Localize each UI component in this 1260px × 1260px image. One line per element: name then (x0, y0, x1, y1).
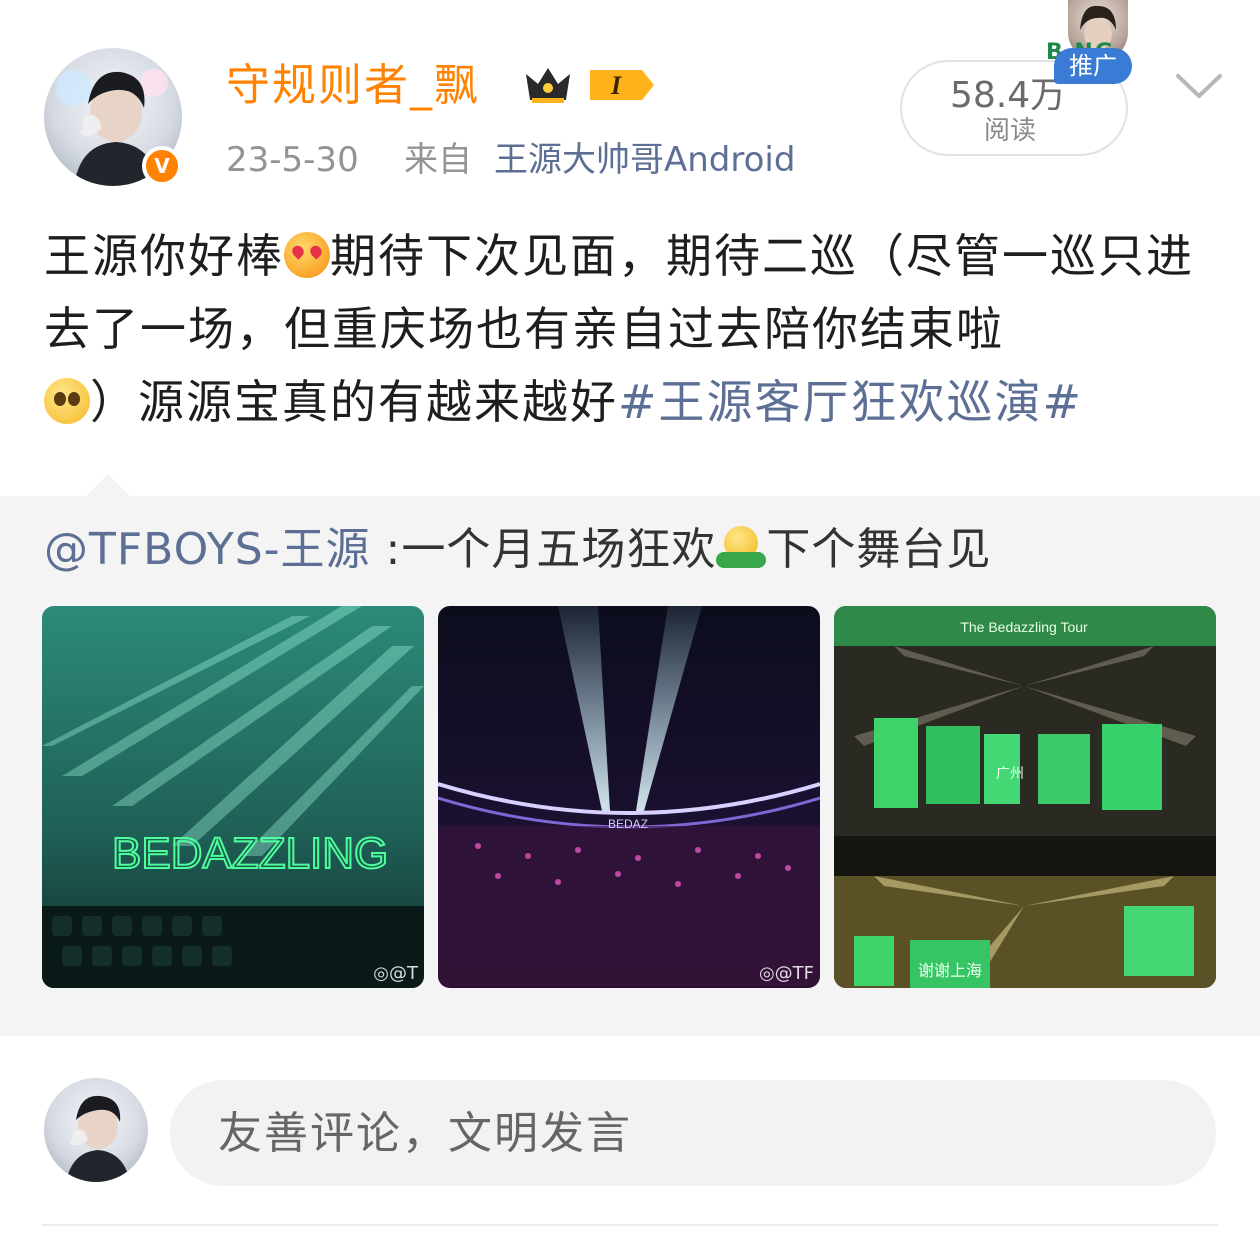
source-device-link[interactable]: 王源大帅哥Android (494, 138, 795, 182)
chevron-down-icon[interactable] (1172, 66, 1226, 106)
vip-crown-icon: I (526, 68, 654, 103)
comment-input[interactable] (170, 1080, 1216, 1186)
photo-3-screen-text-1: 广州 (996, 765, 1024, 781)
love-face-emoji-icon (284, 232, 330, 278)
post-text-1: 王源你好棒 (44, 229, 284, 283)
username[interactable]: 守规则者_飘 (226, 58, 480, 114)
source-prefix: 来自 (404, 140, 472, 180)
promo-tag: 推广 (1054, 48, 1132, 84)
repost-text: @TFBOYS-王源 :一个月五场狂欢 下个舞台见 (44, 520, 991, 580)
verified-badge: V (142, 146, 182, 186)
read-count: 58.4万 (950, 75, 1067, 116)
photo-1-overlay-text: BEDAZZLING (112, 829, 388, 878)
post-date: 23-5-30 (226, 140, 359, 180)
repost-photo-1[interactable]: BEDAZZLING ◎@T (42, 606, 424, 988)
repost-text-2: 下个舞台见 (766, 524, 992, 575)
post-header: V 守规则者_飘 I 23-5-30 来自 王源大帅哥Android 58.4万… (0, 0, 1260, 200)
repost-mention-link[interactable]: @TFBOYS-王源 (44, 524, 371, 575)
repost-photo-2[interactable]: BEDAZ ◎@TF (438, 606, 820, 988)
hug-emoji-icon (716, 526, 767, 572)
repost-notch (84, 474, 132, 498)
photo-3-screen-text-2: 谢谢上海 (918, 962, 982, 980)
read-label: 阅读 (984, 116, 1037, 146)
repost-photo-3[interactable]: The Bedazzling Tour 广州 谢谢上海 (834, 606, 1216, 988)
hashtag-link[interactable]: #王源客厅狂欢巡演# (618, 375, 1083, 429)
photo-1-watermark: ◎@T (373, 963, 418, 984)
repost-text-1: :一个月五场狂欢 (370, 524, 717, 575)
my-avatar[interactable] (44, 1078, 148, 1182)
vip-level-text: I (610, 71, 622, 100)
photo-2-overlay-text: BEDAZ (608, 817, 648, 831)
divider (42, 1224, 1218, 1226)
photo-2-watermark: ◎@TF (758, 963, 814, 984)
post-body: 王源你好棒 期待下次见面，期待二巡（尽管一巡只进去了一场，但重庆场也有亲自过去陪你… (44, 220, 1224, 439)
photo-3-overlay-text: The Bedazzling Tour (960, 619, 1088, 635)
pleading-face-emoji-icon (44, 378, 90, 424)
post-text-3: ）源源宝真的有越来越好 (90, 375, 618, 429)
